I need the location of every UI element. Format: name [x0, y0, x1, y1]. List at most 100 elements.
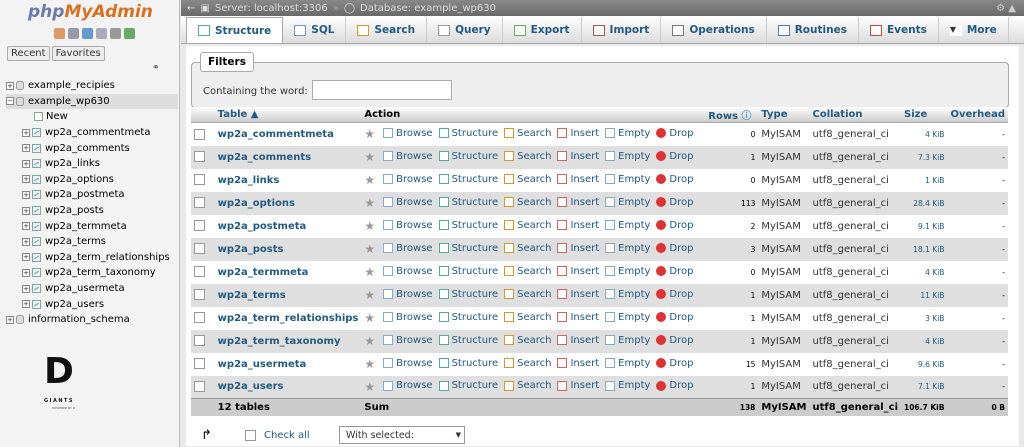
check-all-checkbox[interactable]: [245, 429, 256, 441]
size-link[interactable]: 9.6 KiB: [901, 352, 948, 376]
nav-tree-item[interactable]: New: [6, 109, 178, 125]
table-name-link[interactable]: wp2a_links: [214, 168, 362, 192]
drop-action[interactable]: Drop: [656, 380, 693, 391]
size-link[interactable]: 11 KiB: [901, 283, 948, 307]
nav-tree-label[interactable]: example_recipies: [28, 80, 115, 91]
nav-tree-label[interactable]: wp2a_options: [45, 174, 114, 185]
table-name-link[interactable]: wp2a_termmeta: [214, 260, 362, 284]
drop-action[interactable]: Drop: [656, 128, 693, 139]
search-action[interactable]: Search: [504, 151, 551, 162]
expand-icon[interactable]: +: [22, 268, 30, 277]
nav-tree-label[interactable]: wp2a_term_relationships: [45, 252, 170, 263]
nav-tree-label[interactable]: wp2a_termmeta: [45, 221, 127, 232]
row-checkbox[interactable]: [194, 358, 205, 370]
favorite-star-icon[interactable]: ★: [364, 380, 375, 394]
browse-action[interactable]: Browse: [383, 174, 433, 185]
nav-tree-item[interactable]: + example_recipies: [6, 78, 178, 94]
col-type[interactable]: Type: [758, 107, 810, 123]
favorite-star-icon[interactable]: ★: [364, 357, 375, 371]
table-name-link[interactable]: wp2a_commentmeta: [214, 122, 362, 146]
table-name-link[interactable]: wp2a_term_taxonomy: [214, 329, 362, 353]
filter-input[interactable]: [312, 80, 452, 100]
favorite-star-icon[interactable]: ★: [364, 196, 375, 210]
structure-action[interactable]: Structure: [438, 151, 498, 162]
insert-action[interactable]: Insert: [557, 312, 599, 323]
search-action[interactable]: Search: [504, 266, 551, 277]
nav-tree-item[interactable]: + wp2a_posts: [6, 203, 178, 219]
col-table[interactable]: Table ▲: [214, 107, 362, 123]
expand-icon[interactable]: +: [22, 175, 30, 184]
structure-action[interactable]: Structure: [438, 335, 498, 346]
favorite-star-icon[interactable]: ★: [364, 288, 375, 302]
recent-tab[interactable]: Recent: [7, 46, 50, 61]
search-action[interactable]: Search: [504, 358, 551, 369]
table-name-link[interactable]: wp2a_options: [214, 191, 362, 215]
size-link[interactable]: 18.1 KiB: [901, 237, 948, 261]
row-checkbox[interactable]: [194, 243, 205, 255]
browse-action[interactable]: Browse: [383, 197, 433, 208]
favorite-star-icon[interactable]: ★: [364, 173, 375, 187]
insert-action[interactable]: Insert: [557, 335, 599, 346]
tab-routines[interactable]: Routines: [767, 17, 859, 43]
favorites-tab[interactable]: Favorites: [51, 46, 105, 61]
empty-action[interactable]: Empty: [605, 151, 650, 162]
empty-action[interactable]: Empty: [605, 312, 650, 323]
table-name-link[interactable]: wp2a_posts: [214, 237, 362, 261]
structure-action[interactable]: Structure: [438, 128, 498, 139]
browse-action[interactable]: Browse: [383, 335, 433, 346]
structure-action[interactable]: Structure: [438, 266, 498, 277]
row-checkbox[interactable]: [194, 151, 205, 163]
expand-icon[interactable]: +: [22, 206, 30, 215]
help-icon[interactable]: [82, 28, 93, 39]
insert-action[interactable]: Insert: [557, 197, 599, 208]
empty-action[interactable]: Empty: [605, 174, 650, 185]
insert-action[interactable]: Insert: [557, 289, 599, 300]
search-action[interactable]: Search: [504, 289, 551, 300]
structure-action[interactable]: Structure: [438, 243, 498, 254]
structure-action[interactable]: Structure: [438, 174, 498, 185]
row-checkbox[interactable]: [194, 128, 205, 140]
tab-search[interactable]: Search: [346, 17, 428, 43]
structure-action[interactable]: Structure: [438, 312, 498, 323]
drop-action[interactable]: Drop: [656, 289, 693, 300]
table-name-link[interactable]: wp2a_postmeta: [214, 214, 362, 238]
tab-import[interactable]: Import: [582, 17, 662, 43]
size-link[interactable]: 4 KiB: [901, 329, 948, 353]
insert-action[interactable]: Insert: [557, 380, 599, 391]
search-action[interactable]: Search: [504, 335, 551, 346]
browse-action[interactable]: Browse: [383, 312, 433, 323]
help-icon[interactable]: ⓘ: [742, 111, 752, 122]
nav-tree-item[interactable]: + wp2a_usermeta: [6, 281, 178, 297]
table-name-link[interactable]: wp2a_term_relationships: [214, 306, 362, 330]
size-link[interactable]: 28.4 KiB: [901, 191, 948, 215]
drop-action[interactable]: Drop: [656, 151, 693, 162]
col-rows[interactable]: Rows ⓘ: [705, 107, 759, 123]
table-name-link[interactable]: wp2a_comments: [214, 145, 362, 169]
check-all[interactable]: Check all: [245, 429, 339, 441]
browse-action[interactable]: Browse: [383, 289, 433, 300]
structure-action[interactable]: Structure: [438, 289, 498, 300]
insert-action[interactable]: Insert: [557, 220, 599, 231]
browse-action[interactable]: Browse: [383, 243, 433, 254]
row-checkbox[interactable]: [194, 266, 205, 278]
browse-action[interactable]: Browse: [383, 128, 433, 139]
nav-tree-item[interactable]: + wp2a_term_taxonomy: [6, 265, 178, 281]
nav-tree-item[interactable]: + wp2a_terms: [6, 234, 178, 250]
home-icon[interactable]: [54, 28, 65, 39]
reload-icon[interactable]: [124, 28, 135, 39]
gear-icon[interactable]: ⚙ ▲: [996, 3, 1016, 14]
tab-events[interactable]: Events: [859, 17, 939, 43]
empty-action[interactable]: Empty: [605, 358, 650, 369]
search-action[interactable]: Search: [504, 312, 551, 323]
nav-tree-label[interactable]: New: [46, 111, 68, 122]
col-overhead[interactable]: Overhead: [947, 107, 1008, 123]
nav-tree-label[interactable]: wp2a_users: [45, 299, 104, 310]
expand-icon[interactable]: +: [22, 222, 30, 231]
insert-action[interactable]: Insert: [557, 174, 599, 185]
browse-action[interactable]: Browse: [383, 220, 433, 231]
expand-icon[interactable]: +: [22, 300, 30, 309]
tab-more[interactable]: ▼ More: [939, 17, 1009, 43]
breadcrumb-database[interactable]: Database: example_wp630: [360, 3, 496, 14]
drop-action[interactable]: Drop: [656, 243, 693, 254]
size-link[interactable]: 4 KiB: [901, 260, 948, 284]
